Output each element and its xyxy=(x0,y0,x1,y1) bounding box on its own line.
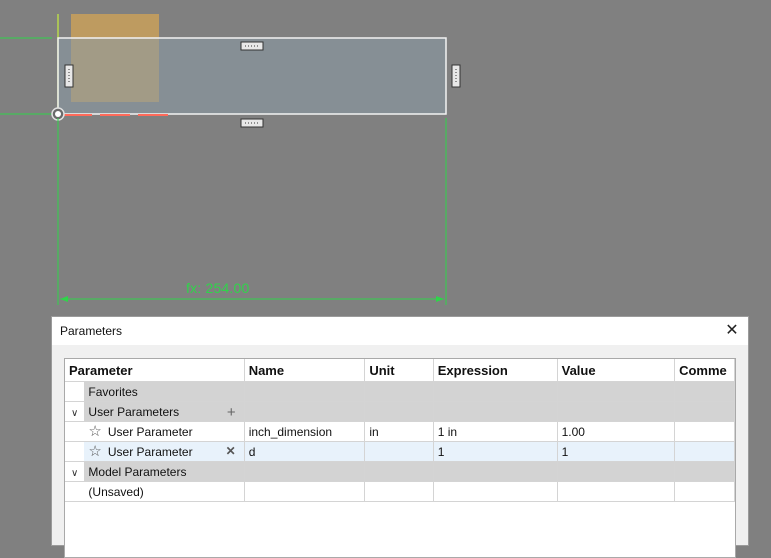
star-icon[interactable]: ☆ xyxy=(88,443,101,460)
column-header-name[interactable]: Name xyxy=(244,359,366,382)
top-edge-handle-icon[interactable] xyxy=(240,41,264,51)
tree-toggle[interactable]: ∨ xyxy=(65,461,85,482)
value-cell: 1.00 xyxy=(557,421,676,442)
favorites-label: Favorites xyxy=(84,381,245,402)
model-parameters-group-row[interactable]: ∨ Model Parameters xyxy=(65,461,735,482)
comment-cell[interactable] xyxy=(674,421,735,442)
table-row-selected[interactable]: ☆ User Parameter ✕ d 1 1 xyxy=(65,441,735,462)
favorites-group-row[interactable]: Favorites xyxy=(65,381,735,402)
parameter-type-cell: User Parameter xyxy=(107,424,193,439)
tree-spacer xyxy=(65,381,85,402)
column-header-value[interactable]: Value xyxy=(557,359,676,382)
tree-toggle[interactable]: ∨ xyxy=(65,401,85,422)
delete-parameter-icon[interactable]: ✕ xyxy=(226,444,236,458)
dialog-body: Parameter Name Unit Expression Value Com… xyxy=(52,345,748,558)
value-cell: 1 xyxy=(557,441,676,462)
expression-cell[interactable]: 1 xyxy=(433,441,558,462)
unit-cell[interactable] xyxy=(364,441,434,462)
parameter-type-cell: User Parameter xyxy=(107,444,193,459)
chevron-down-icon[interactable]: ∨ xyxy=(71,408,78,419)
dimension-arrow-left-icon xyxy=(60,296,68,302)
model-parameters-label: Model Parameters xyxy=(84,461,245,482)
right-edge-handle-icon[interactable] xyxy=(451,64,461,88)
column-header-expression[interactable]: Expression xyxy=(433,359,558,382)
parameters-dialog: Parameters ✕ Parameter Name Unit Express… xyxy=(51,316,749,558)
user-parameters-group-row[interactable]: ∨ User Parameters + xyxy=(65,401,735,422)
bottom-edge-handle-icon[interactable] xyxy=(240,118,264,128)
dimension-value-label[interactable]: fx: 254.00 xyxy=(186,280,250,296)
comment-cell[interactable] xyxy=(674,441,735,462)
dimension-arrow-right-icon xyxy=(436,296,444,302)
add-parameter-icon[interactable]: + xyxy=(227,404,236,421)
unsaved-label: (Unsaved) xyxy=(88,484,144,499)
column-header-comment[interactable]: Comme xyxy=(674,359,735,382)
name-cell[interactable]: inch_dimension xyxy=(244,421,366,442)
column-header-unit[interactable]: Unit xyxy=(364,359,434,382)
table-header-row: Parameter Name Unit Expression Value Com… xyxy=(65,359,735,382)
dialog-title: Parameters xyxy=(60,324,123,338)
table-row[interactable]: ☆ User Parameter inch_dimension in 1 in … xyxy=(65,421,735,442)
dialog-titlebar[interactable]: Parameters ✕ xyxy=(52,317,748,345)
left-edge-handle-icon[interactable] xyxy=(64,64,74,88)
parameters-table: Parameter Name Unit Expression Value Com… xyxy=(64,358,736,558)
star-icon[interactable]: ☆ xyxy=(88,423,101,440)
table-row[interactable]: › (Unsaved) xyxy=(65,481,735,502)
unit-cell[interactable]: in xyxy=(364,421,434,442)
close-icon[interactable]: ✕ xyxy=(722,321,742,341)
name-cell[interactable]: d xyxy=(244,441,366,462)
chevron-down-icon[interactable]: ∨ xyxy=(71,468,78,479)
column-header-parameter[interactable]: Parameter xyxy=(65,359,245,382)
user-parameters-label: User Parameters xyxy=(88,404,180,419)
origin-point-center xyxy=(55,111,61,117)
expression-cell[interactable]: 1 in xyxy=(433,421,558,442)
